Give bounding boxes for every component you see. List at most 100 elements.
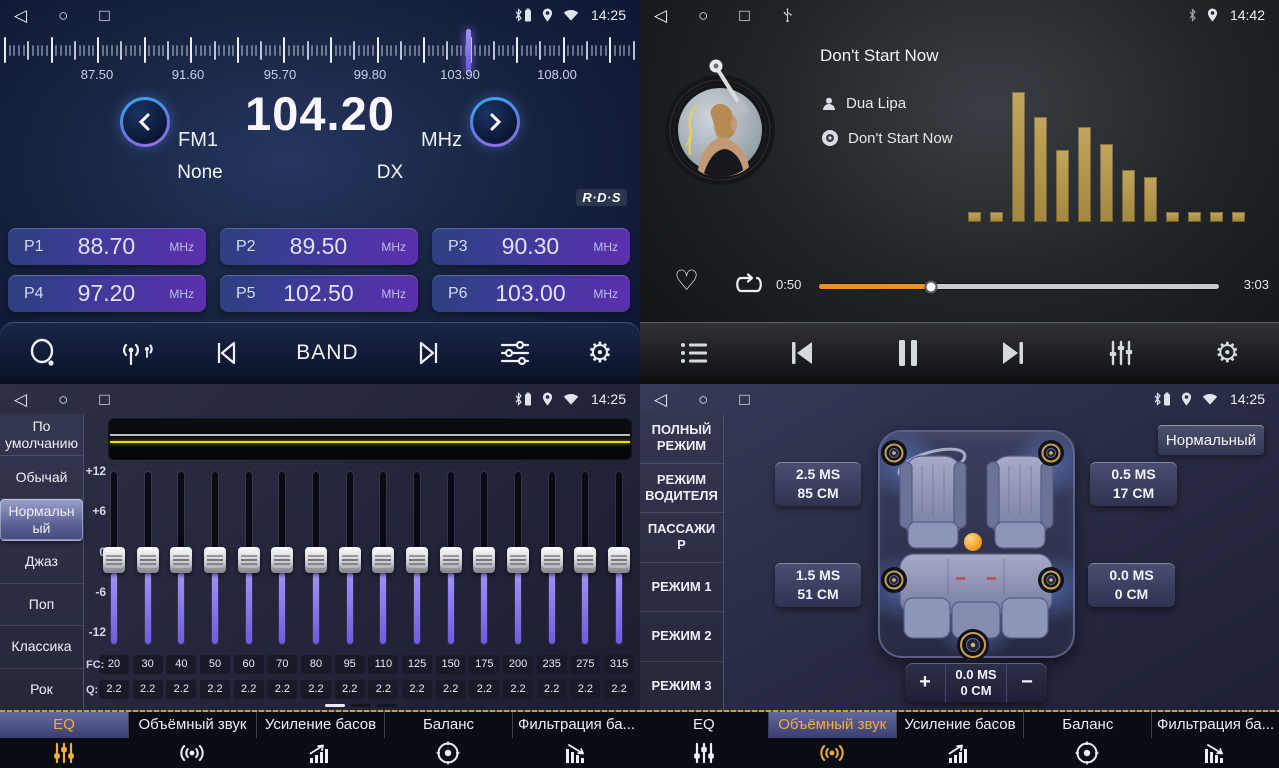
eq-band-frequency[interactable]: 70 xyxy=(267,655,297,674)
playlist-button[interactable] xyxy=(679,340,709,366)
tab-label[interactable]: Объёмный звук xyxy=(128,712,256,738)
listening-position-marker[interactable] xyxy=(964,533,982,551)
tune-down-button[interactable] xyxy=(120,97,170,147)
tab-surround-sound[interactable]: Объёмный звук xyxy=(768,712,896,768)
equalizer-button[interactable] xyxy=(1106,338,1136,368)
eq-band-q[interactable]: 2.2 xyxy=(436,680,466,699)
eq-band-q[interactable]: 2.2 xyxy=(368,680,398,699)
dx-mode-label[interactable]: DX xyxy=(377,162,403,184)
surround-sound-icon[interactable] xyxy=(128,738,256,768)
next-station-button[interactable] xyxy=(414,338,444,368)
eq-band-frequency[interactable]: 200 xyxy=(503,655,533,674)
eq-band-q[interactable]: 2.2 xyxy=(537,680,567,699)
tab-balance[interactable]: Баланс xyxy=(384,712,512,768)
tab-label[interactable]: Баланс xyxy=(384,712,512,738)
subwoofer-delay-decrease-button[interactable]: − xyxy=(1007,663,1047,702)
tab-bass-boost[interactable]: Усиление басов xyxy=(896,712,1024,768)
eq-slider-handle[interactable] xyxy=(103,547,125,573)
previous-track-button[interactable] xyxy=(787,339,817,367)
eq-band-q[interactable]: 2.2 xyxy=(200,680,230,699)
soundfield-mode-5[interactable]: РЕЖИМ 2 xyxy=(640,612,723,662)
eq-slider-handle[interactable] xyxy=(204,547,226,573)
tab-label[interactable]: EQ xyxy=(640,712,768,738)
audio-settings-button[interactable] xyxy=(498,338,532,368)
album-art[interactable] xyxy=(660,56,780,188)
bass-boost-icon[interactable] xyxy=(256,738,384,768)
front-left-delay-button[interactable]: 2.5 MS 85 CM xyxy=(775,462,861,506)
eq-band-frequency[interactable]: 235 xyxy=(537,655,567,674)
nav-home-icon[interactable]: ○ xyxy=(698,7,708,24)
tab-bass-boost[interactable]: Усиление басов xyxy=(256,712,384,768)
nav-back-icon[interactable]: ◁ xyxy=(654,7,667,24)
balance-icon[interactable] xyxy=(1023,738,1151,768)
eq-band-q[interactable]: 2.2 xyxy=(301,680,331,699)
nav-back-icon[interactable]: ◁ xyxy=(14,7,27,24)
settings-button[interactable]: ⚙ xyxy=(587,339,612,367)
nav-home-icon[interactable]: ○ xyxy=(58,7,68,24)
eq-band-q[interactable]: 2.2 xyxy=(133,680,163,699)
nav-recents-icon[interactable]: □ xyxy=(739,391,749,408)
tab-filter[interactable]: Фильтрация ба... xyxy=(1151,712,1279,768)
tab-label[interactable]: Фильтрация ба... xyxy=(512,712,640,738)
preset-button-p2[interactable]: P289.50MHz xyxy=(220,228,418,265)
eq-pages-indicator[interactable] xyxy=(325,704,397,707)
eq-band-frequency[interactable]: 80 xyxy=(301,655,331,674)
nav-recents-icon[interactable]: □ xyxy=(99,7,109,24)
eq-band-q[interactable]: 2.2 xyxy=(402,680,432,699)
balance-icon[interactable] xyxy=(384,738,512,768)
eq-slider-handle[interactable] xyxy=(574,547,596,573)
eq-band-frequency[interactable]: 30 xyxy=(133,655,163,674)
soundfield-mode-2[interactable]: РЕЖИМ ВОДИТЕЛЯ xyxy=(640,464,723,514)
eq-band-frequency[interactable]: 60 xyxy=(234,655,264,674)
tab-eq[interactable]: EQ xyxy=(0,712,128,768)
eq-band-q[interactable]: 2.2 xyxy=(267,680,297,699)
soundfield-preset-button[interactable]: Нормальный xyxy=(1158,425,1264,455)
subwoofer-delay-increase-button[interactable]: + xyxy=(905,663,945,702)
tab-label[interactable]: Объёмный звук xyxy=(768,712,896,738)
eq-slider-handle[interactable] xyxy=(608,547,630,573)
tab-balance[interactable]: Баланс xyxy=(1023,712,1151,768)
eq-slider-handle[interactable] xyxy=(372,547,394,573)
eq-preset-6[interactable]: Классика xyxy=(0,626,83,668)
eq-preset-2[interactable]: Обычай xyxy=(0,456,83,498)
preset-button-p5[interactable]: P5102.50MHz xyxy=(220,275,418,312)
nav-home-icon[interactable]: ○ xyxy=(698,391,708,408)
eq-band-q[interactable]: 2.2 xyxy=(335,680,365,699)
band-button[interactable]: BAND xyxy=(296,341,358,365)
tab-filter[interactable]: Фильтрация ба... xyxy=(512,712,640,768)
eq-band-q[interactable]: 2.2 xyxy=(503,680,533,699)
tab-label[interactable]: Фильтрация ба... xyxy=(1151,712,1279,738)
bass-boost-icon[interactable] xyxy=(896,738,1024,768)
tab-label[interactable]: EQ xyxy=(0,712,128,738)
pause-button[interactable] xyxy=(896,338,920,368)
eq-band-frequency[interactable]: 40 xyxy=(166,655,196,674)
eq-preset-7[interactable]: Рок xyxy=(0,669,83,710)
eq-preset-4[interactable]: Джаз xyxy=(0,541,83,583)
eq-slider-handle[interactable] xyxy=(541,547,563,573)
preset-button-p3[interactable]: P390.30MHz xyxy=(432,228,630,265)
previous-station-button[interactable] xyxy=(211,338,241,368)
eq-band-frequency[interactable]: 175 xyxy=(469,655,499,674)
eq-preset-3[interactable]: Нормальный xyxy=(0,499,83,541)
soundfield-mode-4[interactable]: РЕЖИМ 1 xyxy=(640,563,723,613)
eq-band-q[interactable]: 2.2 xyxy=(469,680,499,699)
tab-surround-sound[interactable]: Объёмный звук xyxy=(128,712,256,768)
nav-recents-icon[interactable]: □ xyxy=(99,391,109,408)
preset-button-p6[interactable]: P6103.00MHz xyxy=(432,275,630,312)
frequency-dial[interactable]: 87.5091.6095.7099.80103.90108.00 xyxy=(0,33,640,83)
eq-band-q[interactable]: 2.2 xyxy=(166,680,196,699)
favorite-button[interactable]: ♡ xyxy=(674,264,699,297)
eq-slider-handle[interactable] xyxy=(238,547,260,573)
soundfield-mode-3[interactable]: ПАССАЖИР xyxy=(640,513,723,563)
progress-thumb[interactable] xyxy=(925,280,938,293)
eq-band-frequency[interactable]: 275 xyxy=(570,655,600,674)
eq-band-frequency[interactable]: 315 xyxy=(604,655,634,674)
eq-slider-handle[interactable] xyxy=(406,547,428,573)
preset-button-p4[interactable]: P497.20MHz xyxy=(8,275,206,312)
soundfield-mode-6[interactable]: РЕЖИМ 3 xyxy=(640,662,723,711)
eq-band-frequency[interactable]: 50 xyxy=(200,655,230,674)
rear-right-delay-button[interactable]: 0.0 MS 0 CM xyxy=(1088,563,1175,607)
eq-slider-handle[interactable] xyxy=(271,547,293,573)
nav-recents-icon[interactable]: □ xyxy=(739,7,749,24)
tab-label[interactable]: Усиление басов xyxy=(896,712,1024,738)
